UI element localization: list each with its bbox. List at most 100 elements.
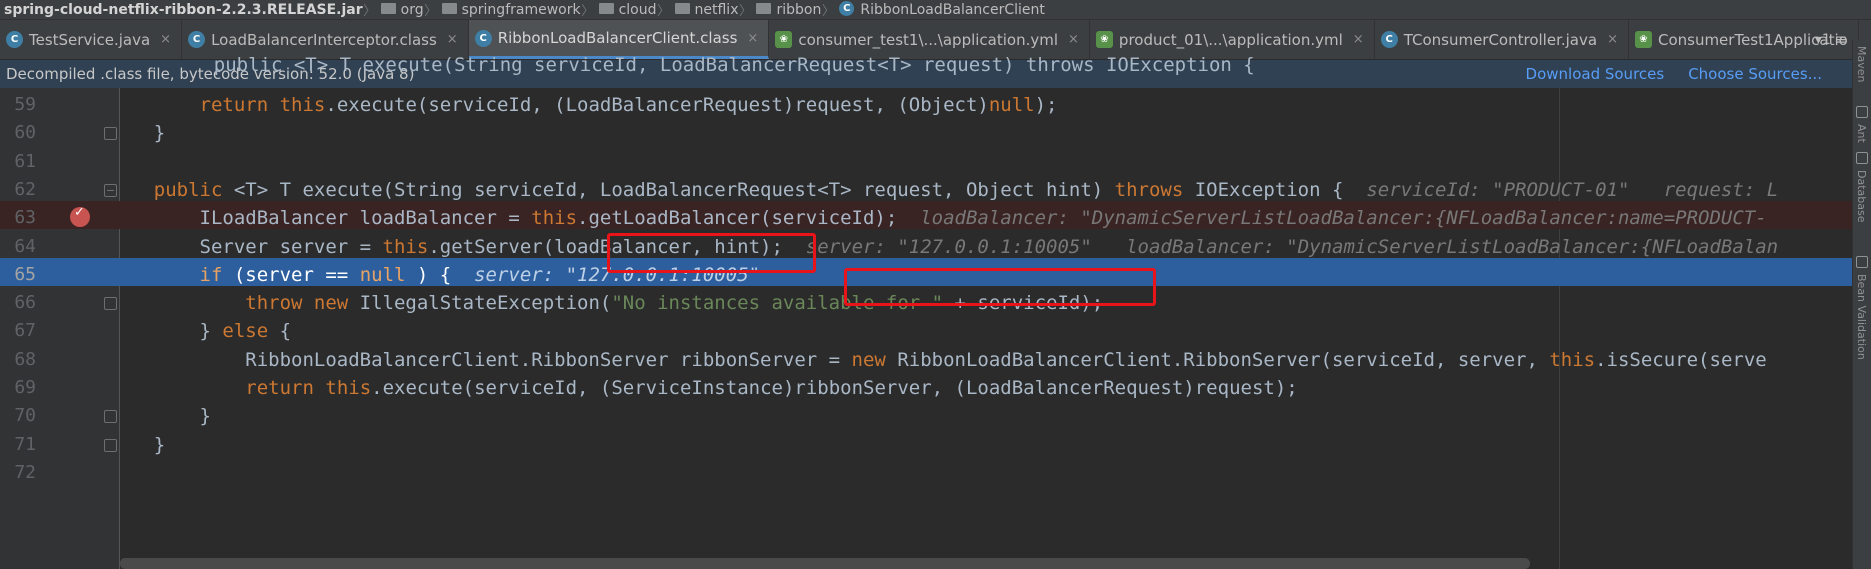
code-line[interactable]: 71 } — [0, 428, 1852, 456]
code-token: Server server = — [108, 235, 383, 258]
breadcrumb-separator-icon: 〉 — [424, 4, 438, 19]
close-icon[interactable]: × — [1353, 32, 1364, 47]
code-line[interactable]: 64 Server server = this.getServer(loadBa… — [0, 230, 1852, 258]
code-line[interactable]: 59 return this.execute(serviceId, (LoadB… — [0, 88, 1852, 116]
class-file-icon: C — [188, 31, 206, 48]
database-icon — [1856, 152, 1868, 164]
spring-yml-icon: ❀ — [775, 31, 793, 48]
code-token: new — [851, 348, 886, 371]
breadcrumb-item[interactable]: cloud — [619, 2, 657, 18]
breadcrumb-separator-icon: 〉 — [821, 4, 835, 19]
breadcrumb-item[interactable]: RibbonLoadBalancerClient — [860, 2, 1045, 18]
code-token: RibbonLoadBalancerClient.RibbonServer(se… — [885, 348, 1550, 371]
highlight-box-server-value — [844, 268, 1156, 306]
code-token: .execute(serviceId, (LoadBalancerRequest… — [325, 94, 989, 116]
spring-yml-icon: ❀ — [1095, 31, 1113, 48]
line-number: 61 — [14, 150, 36, 172]
code-line[interactable]: 69 return this.execute(serviceId, (Servi… — [0, 371, 1852, 399]
bean-validation-tool-button[interactable]: Bean Validation — [1855, 274, 1868, 360]
code-token: (server == — [222, 263, 360, 286]
line-number: 62 — [14, 178, 36, 200]
class-file-icon: C — [474, 29, 492, 47]
code-line[interactable]: 60 } — [0, 116, 1852, 144]
tab-label: RibbonLoadBalancerClient.class — [497, 29, 738, 47]
code-line[interactable]: 72 — [0, 456, 1852, 484]
line-number: 63 — [14, 207, 36, 229]
code-token: return — [199, 94, 269, 116]
line-number: 66 — [14, 292, 36, 314]
folder-icon — [674, 3, 690, 14]
close-icon[interactable]: × — [447, 32, 458, 47]
breadcrumb-item[interactable]: springframework — [462, 2, 581, 18]
tab-label: TConsumerController.java — [1403, 30, 1598, 49]
breadcrumb-item[interactable]: ribbon — [776, 2, 821, 18]
folder-icon — [756, 3, 772, 14]
tab-label: TestService.java — [29, 30, 151, 49]
fold-marker-icon[interactable] — [104, 438, 117, 452]
close-icon[interactable]: × — [1068, 32, 1079, 47]
breadcrumb-separator-icon: 〉 — [363, 4, 377, 19]
inline-debug-value: serviceId: "PRODUCT-01" request: L — [1366, 178, 1779, 201]
java-class-icon: C — [1380, 31, 1398, 48]
tab-label: consumer_test1\...\application.yml — [798, 30, 1059, 49]
check-icon: ✓ — [74, 205, 85, 221]
bean-validation-icon — [1856, 256, 1868, 268]
database-tool-button[interactable]: Database — [1855, 170, 1868, 223]
line-number: 72 — [14, 461, 36, 483]
code-token: IllegalStateException( — [348, 292, 612, 315]
breadcrumb-item[interactable]: spring-cloud-netflix-ribbon-2.2.3.RELEAS… — [4, 2, 363, 18]
code-token: if — [199, 263, 223, 286]
inline-debug-value: loadBalancer: "DynamicServerListLoadBala… — [920, 207, 1767, 230]
code-token: throws — [1114, 178, 1184, 201]
code-token: this — [1549, 348, 1596, 371]
java-class-icon: C — [6, 31, 23, 48]
code-line[interactable]: 63 ILoadBalancer loadBalancer = this.get… — [0, 201, 1852, 230]
close-icon[interactable]: × — [160, 32, 171, 47]
breadcrumb-item[interactable]: org — [401, 2, 424, 18]
editor-tab[interactable]: C TestService.java × — [0, 20, 183, 59]
code-line[interactable]: 67 } else { — [0, 314, 1852, 342]
code-token: } — [108, 405, 211, 428]
fold-marker-icon[interactable] — [104, 127, 117, 141]
tab-overflow-menu[interactable]: ▾1 ≡ — [1815, 20, 1847, 60]
line-number: 64 — [14, 235, 36, 257]
code-editor[interactable]: public <T> T execute(String serviceId, L… — [0, 54, 1852, 569]
code-token: ) { — [405, 263, 475, 286]
code-token: this — [325, 377, 372, 399]
tab-label: LoadBalancerInterceptor.class — [211, 30, 437, 49]
breakpoint-icon[interactable]: ✓ — [70, 205, 90, 228]
breadcrumb-item[interactable]: netflix — [695, 2, 739, 18]
code-line[interactable]: 61 — [0, 145, 1852, 173]
close-icon[interactable]: × — [747, 31, 758, 46]
editor-tab[interactable]: C TConsumerController.java × — [1375, 20, 1629, 59]
code-line[interactable]: 62 public <T> T execute(String serviceId… — [0, 173, 1852, 201]
line-number: 69 — [14, 377, 36, 398]
breadcrumb: spring-cloud-netflix-ribbon-2.2.3.RELEAS… — [0, 0, 1871, 20]
fold-marker-icon[interactable] — [104, 410, 117, 424]
maven-tool-button[interactable]: Maven — [1855, 46, 1868, 82]
code-text: return this.execute(serviceId, (LoadBala… — [108, 94, 1058, 116]
code-line[interactable]: 70 } — [0, 399, 1852, 427]
code-token: else — [222, 320, 269, 343]
code-token: .getLoadBalancer(serviceId); — [577, 207, 921, 230]
code-line-partial: public <T> T execute(String serviceId, L… — [0, 54, 1852, 88]
code-line[interactable]: 68 RibbonLoadBalancerClient.RibbonServer… — [0, 343, 1852, 371]
folder-icon — [380, 3, 396, 14]
line-number: 60 — [14, 122, 36, 144]
code-text: public <T> T execute(String serviceId, L… — [168, 54, 1255, 76]
horizontal-scrollbar[interactable] — [120, 558, 1530, 569]
close-icon[interactable]: × — [1607, 32, 1618, 47]
breadcrumb-separator-icon: 〉 — [738, 4, 752, 19]
code-token: RibbonLoadBalancerClient.RibbonServer ri… — [108, 348, 852, 371]
ant-tool-button[interactable]: Ant — [1855, 124, 1868, 143]
folder-icon — [598, 3, 614, 14]
code-text: } — [108, 405, 211, 427]
highlight-box-getloadbalancer — [607, 233, 816, 273]
fold-marker-icon[interactable] — [104, 183, 117, 197]
line-number: 68 — [14, 348, 36, 370]
fold-marker-icon[interactable] — [104, 297, 117, 311]
